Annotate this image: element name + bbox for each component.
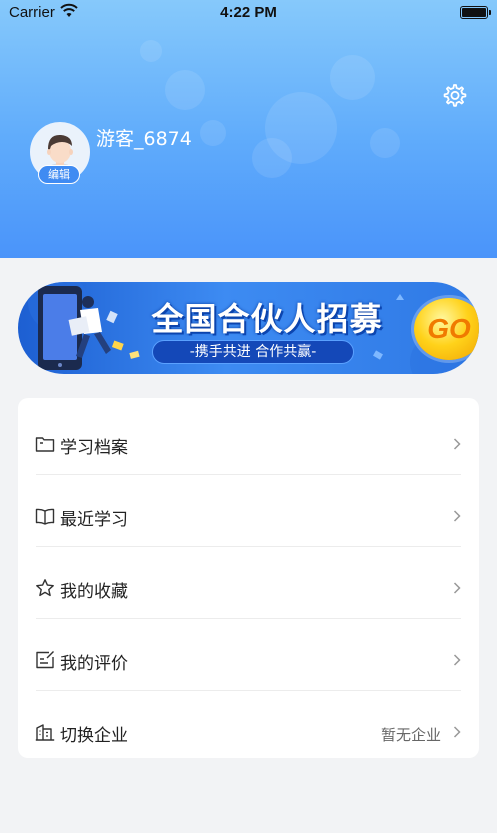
menu-card: 学习档案 最近学习 我的收藏 我的评价 切换企业 暂无企业 (18, 398, 479, 758)
decor-bubble (165, 70, 205, 110)
username: 游客_6874 (96, 128, 192, 150)
decor-bubble (370, 128, 400, 158)
building-icon (35, 724, 55, 741)
chevron-right-icon (453, 726, 461, 738)
comment-edit-icon (36, 651, 54, 669)
partner-recruit-banner[interactable]: 全国合伙人招募 -携手共进 合作共赢- GO (18, 282, 479, 374)
menu-item-label: 切换企业 (60, 726, 128, 746)
banner-subtitle: -携手共进 合作共赢- (189, 344, 317, 360)
menu-item-label: 我的收藏 (60, 582, 128, 602)
star-icon (36, 579, 54, 597)
decor-bubble (252, 138, 292, 178)
company-status-value: 暂无企业 (380, 726, 441, 744)
menu-item-my-reviews[interactable]: 我的评价 (18, 619, 479, 691)
edit-profile-badge[interactable]: 编辑 (38, 165, 80, 184)
profile-header: Carrier 4:22 PM 编辑 游客_6874 (0, 0, 497, 258)
banner-go-label: GO (427, 313, 471, 344)
decor-bubble (330, 55, 375, 100)
menu-item-label: 我的评价 (60, 654, 128, 674)
chevron-right-icon (453, 582, 461, 594)
menu-item-label: 最近学习 (60, 510, 128, 530)
book-icon (35, 508, 55, 525)
menu-item-switch-company[interactable]: 切换企业 暂无企业 (18, 691, 479, 758)
chevron-right-icon (453, 654, 461, 666)
chevron-right-icon (453, 438, 461, 450)
folder-icon (35, 437, 55, 452)
decor-bubble (200, 120, 226, 146)
menu-item-label: 学习档案 (60, 438, 128, 458)
menu-item-recent-study[interactable]: 最近学习 (18, 475, 479, 547)
chevron-right-icon (453, 510, 461, 522)
banner-title: 全国合伙人招募 (151, 300, 383, 338)
decor-bubble (140, 40, 162, 62)
menu-item-favorites[interactable]: 我的收藏 (18, 547, 479, 619)
status-time: 4:22 PM (220, 4, 277, 21)
user-avatar[interactable]: 编辑 (30, 122, 90, 184)
battery-icon (460, 6, 491, 19)
status-bar: Carrier 4:22 PM (0, 0, 497, 28)
menu-item-study-records[interactable]: 学习档案 (18, 403, 479, 475)
settings-gear-icon[interactable] (440, 82, 468, 110)
